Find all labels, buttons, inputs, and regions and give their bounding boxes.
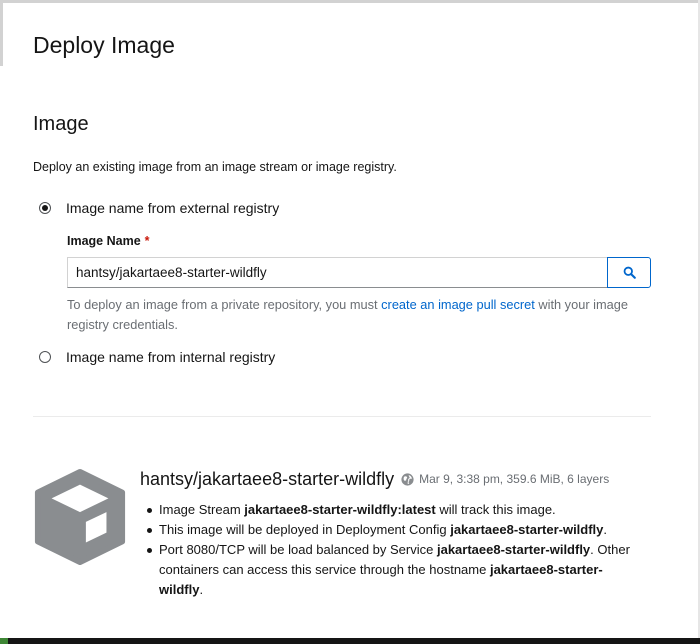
bottom-strip-accent <box>0 638 8 644</box>
image-details-metadata: Mar 9, 3:38 pm, 359.6 MiB, 6 layers <box>419 472 610 486</box>
deploy-image-page: Deploy Image Image Deploy an existing im… <box>0 0 700 644</box>
list-item-text: . <box>603 522 608 537</box>
list-item: This image will be deployed in Deploymen… <box>147 520 637 540</box>
list-item-service: jakartaee8-starter-wildfly <box>436 542 591 557</box>
list-item-text: . <box>199 582 204 597</box>
radio-internal-registry[interactable]: Image name from internal registry <box>39 348 275 366</box>
search-icon <box>623 266 636 279</box>
image-name-input-group <box>67 257 651 288</box>
image-name-label-text: Image Name <box>67 234 141 248</box>
section-title-image: Image <box>33 113 89 135</box>
list-item-text: Image Stream <box>159 502 245 517</box>
radio-external-registry[interactable]: Image name from external registry <box>39 199 279 217</box>
create-pull-secret-link[interactable]: create an image pull secret <box>381 297 535 312</box>
list-item-text: will track this image. <box>435 502 556 517</box>
section-description: Deploy an existing image from an image s… <box>33 160 397 174</box>
image-search-button[interactable] <box>607 257 651 288</box>
list-item-text: This image will be deployed in Deploymen… <box>159 522 451 537</box>
image-name-label: Image Name * <box>67 233 150 249</box>
list-item-text: Port 8080/TCP will be load balanced by S… <box>159 542 437 557</box>
list-item-deployment-config: jakartaee8-starter-wildfly <box>450 522 604 537</box>
cube-icon <box>34 468 126 566</box>
image-name-helper-text: To deploy an image from a private reposi… <box>67 295 657 335</box>
image-details-name: hantsy/jakartaee8-starter-wildfly <box>140 469 395 489</box>
image-name-input[interactable] <box>67 257 607 288</box>
list-item: Port 8080/TCP will be load balanced by S… <box>147 540 637 600</box>
left-border <box>0 0 3 66</box>
helper-text-prefix: To deploy an image from a private reposi… <box>67 297 382 312</box>
section-divider <box>33 416 651 417</box>
required-indicator: * <box>144 234 150 248</box>
radio-external-registry-control[interactable] <box>39 202 51 214</box>
list-item: Image Stream jakartaee8-starter-wildfly:… <box>147 500 637 520</box>
globe-icon <box>401 472 414 486</box>
list-item-image-stream: jakartaee8-starter-wildfly:latest <box>244 502 436 517</box>
page-title: Deploy Image <box>33 32 175 58</box>
radio-external-registry-label: Image name from external registry <box>66 200 280 216</box>
radio-internal-registry-control[interactable] <box>39 351 51 363</box>
image-details-header: hantsy/jakartaee8-starter-wildfly Mar 9,… <box>140 467 609 491</box>
image-details-list: Image Stream jakartaee8-starter-wildfly:… <box>147 500 637 600</box>
radio-internal-registry-label: Image name from internal registry <box>66 349 276 365</box>
top-border <box>0 0 700 3</box>
bottom-strip <box>0 638 700 644</box>
